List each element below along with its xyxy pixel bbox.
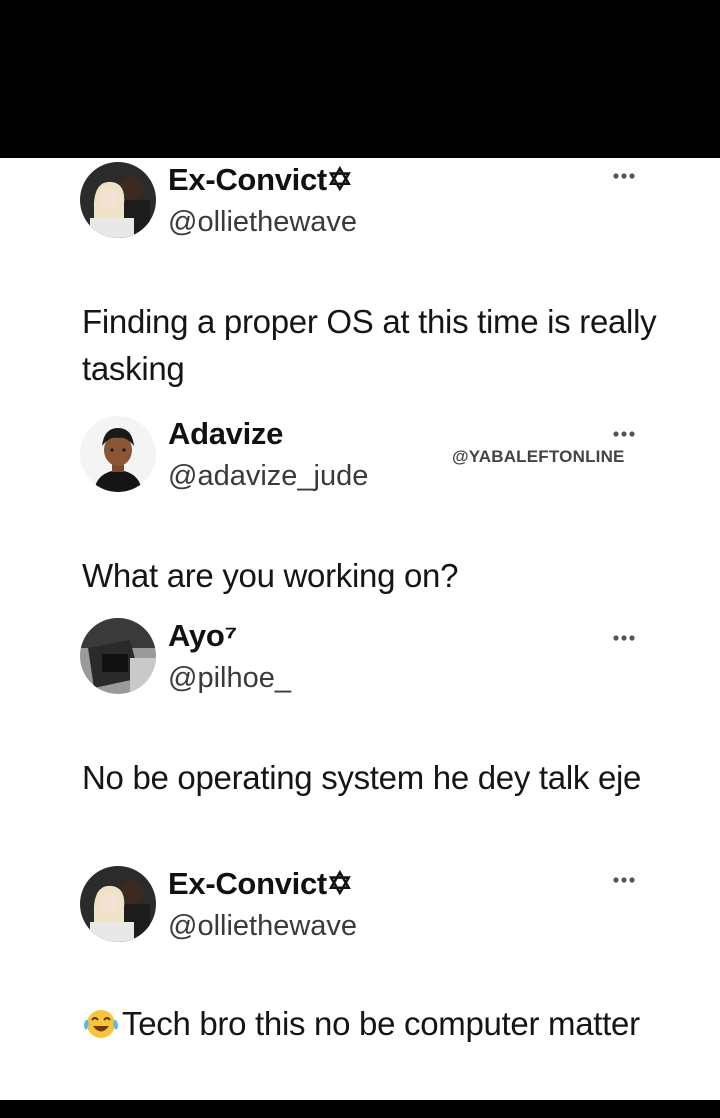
username[interactable]: @adavize_jude xyxy=(168,460,368,493)
more-options-icon[interactable] xyxy=(612,876,636,890)
avatar-image xyxy=(80,162,156,238)
display-name[interactable]: Adavize xyxy=(168,416,283,452)
avatar-image xyxy=(80,866,156,942)
tweet-text: Finding a proper OS at this time is real… xyxy=(82,303,657,387)
tweet-text-block: Tech bro this no be computer matter xyxy=(82,1000,662,1047)
avatar-image xyxy=(80,618,156,694)
display-name[interactable]: Ex-Convict✡︎ xyxy=(168,866,353,902)
avatar-image xyxy=(80,416,156,492)
username[interactable]: @olliethewave xyxy=(168,206,357,239)
more-options-icon[interactable] xyxy=(612,172,636,186)
avatar-ollie[interactable] xyxy=(80,162,156,238)
avatar-ollie[interactable] xyxy=(80,866,156,942)
avatar-ayo[interactable] xyxy=(80,618,156,694)
more-options-icon[interactable] xyxy=(612,430,636,444)
top-black-bar xyxy=(0,0,720,158)
watermark: @YABALEFTONLINE xyxy=(452,447,625,466)
tweet-text: What are you working on? xyxy=(82,557,459,594)
face-with-tears-of-joy-icon xyxy=(82,1005,120,1039)
display-name[interactable]: Ayo⁷ xyxy=(168,618,237,654)
more-options-icon[interactable] xyxy=(612,634,636,648)
avatar-adavize[interactable] xyxy=(80,416,156,492)
screenshot-panel: Ex-Convict✡︎ @olliethewave Finding a pro… xyxy=(0,158,720,1100)
username[interactable]: @pilhoe_ xyxy=(168,662,291,695)
display-name[interactable]: Ex-Convict✡︎ xyxy=(168,162,353,198)
bottom-black-bar xyxy=(0,1100,720,1118)
tweet-text: No be operating system he dey talk eje xyxy=(82,759,642,796)
tweet-text: Tech bro this no be computer matter xyxy=(122,1005,640,1042)
username[interactable]: @olliethewave xyxy=(168,910,357,943)
